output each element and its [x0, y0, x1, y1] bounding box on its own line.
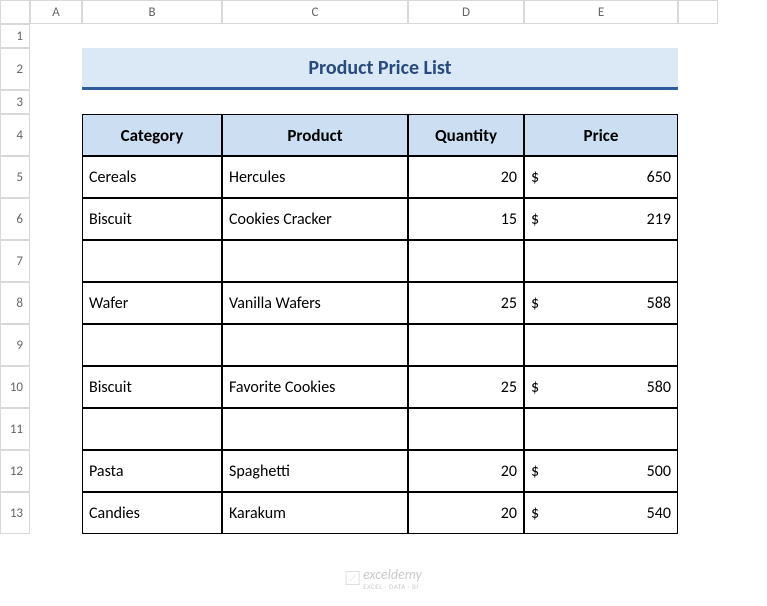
cell-price[interactable]: $500 [524, 450, 678, 492]
th-price[interactable]: Price [524, 114, 678, 156]
row-header-9[interactable]: 9 [0, 324, 30, 366]
row-header-11[interactable]: 11 [0, 408, 30, 450]
cell-category[interactable]: Biscuit [82, 198, 222, 240]
cell-price[interactable]: $588 [524, 282, 678, 324]
cell-category[interactable]: Pasta [82, 450, 222, 492]
cell-quantity[interactable]: 15 [408, 198, 524, 240]
currency-symbol: $ [531, 168, 539, 187]
th-product[interactable]: Product [222, 114, 408, 156]
currency-symbol: $ [531, 210, 539, 229]
col-header-d[interactable]: D [408, 0, 524, 24]
watermark: exceldemy EXCEL · DATA · BI [345, 566, 422, 590]
row-header-7[interactable]: 7 [0, 240, 30, 282]
col-header-a[interactable]: A [30, 0, 82, 24]
row-header-5[interactable]: 5 [0, 156, 30, 198]
cell-category[interactable]: Wafer [82, 282, 222, 324]
cell-price[interactable]: $650 [524, 156, 678, 198]
currency-symbol: $ [531, 504, 539, 523]
row-header-6[interactable]: 6 [0, 198, 30, 240]
cell-quantity[interactable]: 25 [408, 366, 524, 408]
cell-price[interactable]: $540 [524, 492, 678, 534]
cell-product[interactable]: Spaghetti [222, 450, 408, 492]
cell-empty[interactable] [82, 240, 222, 282]
price-value: 588 [647, 294, 671, 313]
cell-empty[interactable] [524, 408, 678, 450]
watermark-brand: exceldemy [363, 566, 422, 583]
cell-empty[interactable] [524, 240, 678, 282]
row-header-8[interactable]: 8 [0, 282, 30, 324]
cell-category[interactable]: Biscuit [82, 366, 222, 408]
col-header-b[interactable]: B [82, 0, 222, 24]
currency-symbol: $ [531, 378, 539, 397]
row-header-13[interactable]: 13 [0, 492, 30, 534]
page-title: Product Price List [82, 48, 678, 90]
price-value: 219 [647, 210, 671, 229]
cell-product[interactable]: Hercules [222, 156, 408, 198]
watermark-tag: EXCEL · DATA · BI [363, 583, 422, 590]
col-header-e[interactable]: E [524, 0, 678, 24]
price-value: 540 [647, 504, 671, 523]
row-header-4[interactable]: 4 [0, 114, 30, 156]
cell-quantity[interactable]: 20 [408, 156, 524, 198]
cell-category[interactable]: Candies [82, 492, 222, 534]
cell-price[interactable]: $219 [524, 198, 678, 240]
currency-symbol: $ [531, 294, 539, 313]
cell-empty[interactable] [222, 240, 408, 282]
row-header-10[interactable]: 10 [0, 366, 30, 408]
currency-symbol: $ [531, 462, 539, 481]
price-value: 650 [647, 168, 671, 187]
row-header-2[interactable]: 2 [0, 48, 30, 90]
cell-quantity[interactable]: 25 [408, 282, 524, 324]
cell-quantity[interactable]: 20 [408, 450, 524, 492]
cell-product[interactable]: Cookies Cracker [222, 198, 408, 240]
cell-empty[interactable] [82, 408, 222, 450]
logo-icon [345, 571, 359, 585]
cell-empty[interactable] [222, 324, 408, 366]
cell-empty[interactable] [408, 408, 524, 450]
row-header-12[interactable]: 12 [0, 450, 30, 492]
cell-product[interactable]: Vanilla Wafers [222, 282, 408, 324]
col-header-next[interactable] [678, 0, 718, 24]
cell-empty[interactable] [524, 324, 678, 366]
cell-product[interactable]: Favorite Cookies [222, 366, 408, 408]
cell-empty[interactable] [408, 324, 524, 366]
cell-empty[interactable] [408, 240, 524, 282]
row-header-3[interactable]: 3 [0, 90, 30, 114]
select-all-corner[interactable] [0, 0, 30, 24]
price-value: 580 [647, 378, 671, 397]
cell-category[interactable]: Cereals [82, 156, 222, 198]
row-header-1[interactable]: 1 [0, 24, 30, 48]
cell-product[interactable]: Karakum [222, 492, 408, 534]
price-value: 500 [647, 462, 671, 481]
cell-price[interactable]: $580 [524, 366, 678, 408]
cell-empty[interactable] [82, 324, 222, 366]
col-header-c[interactable]: C [222, 0, 408, 24]
cell-empty[interactable] [222, 408, 408, 450]
th-quantity[interactable]: Quantity [408, 114, 524, 156]
cell-quantity[interactable]: 20 [408, 492, 524, 534]
spreadsheet: A B C D E 1 2 3 4 5 6 7 8 9 10 11 12 13 … [0, 0, 718, 534]
th-category[interactable]: Category [82, 114, 222, 156]
